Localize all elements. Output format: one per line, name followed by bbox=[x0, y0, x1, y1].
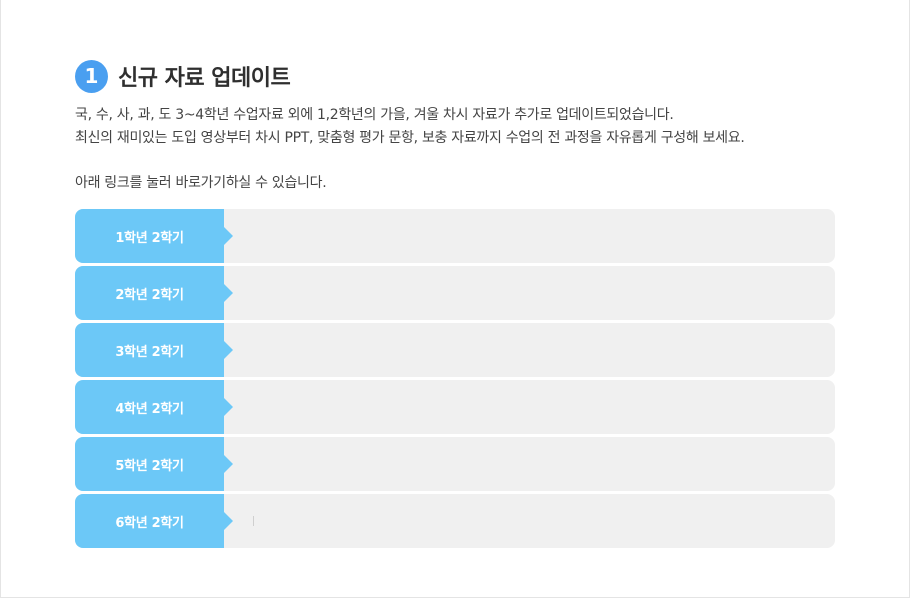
description-line-2: 최신의 재미있는 도입 영상부터 차시 PPT, 맞춤형 평가 문항, 보충 자… bbox=[75, 130, 745, 146]
grade-label: 4학년 2학기 bbox=[115, 401, 184, 417]
grade-label: 1학년 2학기 bbox=[115, 230, 184, 246]
grade-link-3[interactable]: 3학년 2학기 bbox=[75, 323, 835, 377]
grade-label: 2학년 2학기 bbox=[115, 287, 184, 303]
grade-tab[interactable]: 3학년 2학기 bbox=[75, 323, 233, 377]
section-header: 1 신규 자료 업데이트 bbox=[75, 59, 291, 93]
description-line-1: 국, 수, 사, 과, 도 3~4학년 수업자료 외에 1,2학년의 가을, 겨… bbox=[75, 107, 674, 123]
grade-tab[interactable]: 4학년 2학기 bbox=[75, 380, 233, 434]
grade-tab[interactable]: 5학년 2학기 bbox=[75, 437, 233, 491]
grade-tab[interactable]: 2학년 2학기 bbox=[75, 266, 233, 320]
description: 국, 수, 사, 과, 도 3~4학년 수업자료 외에 1,2학년의 가을, 겨… bbox=[75, 104, 855, 150]
link-hint: 아래 링크를 눌러 바로가기하실 수 있습니다. bbox=[75, 175, 327, 191]
grade-label: 5학년 2학기 bbox=[115, 458, 184, 474]
grade-link-4[interactable]: 4학년 2학기 bbox=[75, 380, 835, 434]
grade-label: 6학년 2학기 bbox=[115, 515, 184, 531]
grade-link-5[interactable]: 5학년 2학기 bbox=[75, 437, 835, 491]
grade-link-2[interactable]: 2학년 2학기 bbox=[75, 266, 835, 320]
grade-label: 3학년 2학기 bbox=[115, 344, 184, 360]
grade-tab[interactable]: 1학년 2학기 bbox=[75, 209, 233, 263]
text-cursor-mark bbox=[253, 516, 254, 526]
grade-tab[interactable]: 6학년 2학기 bbox=[75, 494, 233, 548]
section-title: 신규 자료 업데이트 bbox=[118, 66, 291, 91]
grade-link-1[interactable]: 1학년 2학기 bbox=[75, 209, 835, 263]
grade-link-list: 1학년 2학기 2학년 2학기 3학년 2학기 4학년 2학기 5학년 2학기 … bbox=[75, 209, 835, 551]
grade-link-6[interactable]: 6학년 2학기 bbox=[75, 494, 835, 548]
section-number-badge: 1 bbox=[75, 59, 108, 93]
